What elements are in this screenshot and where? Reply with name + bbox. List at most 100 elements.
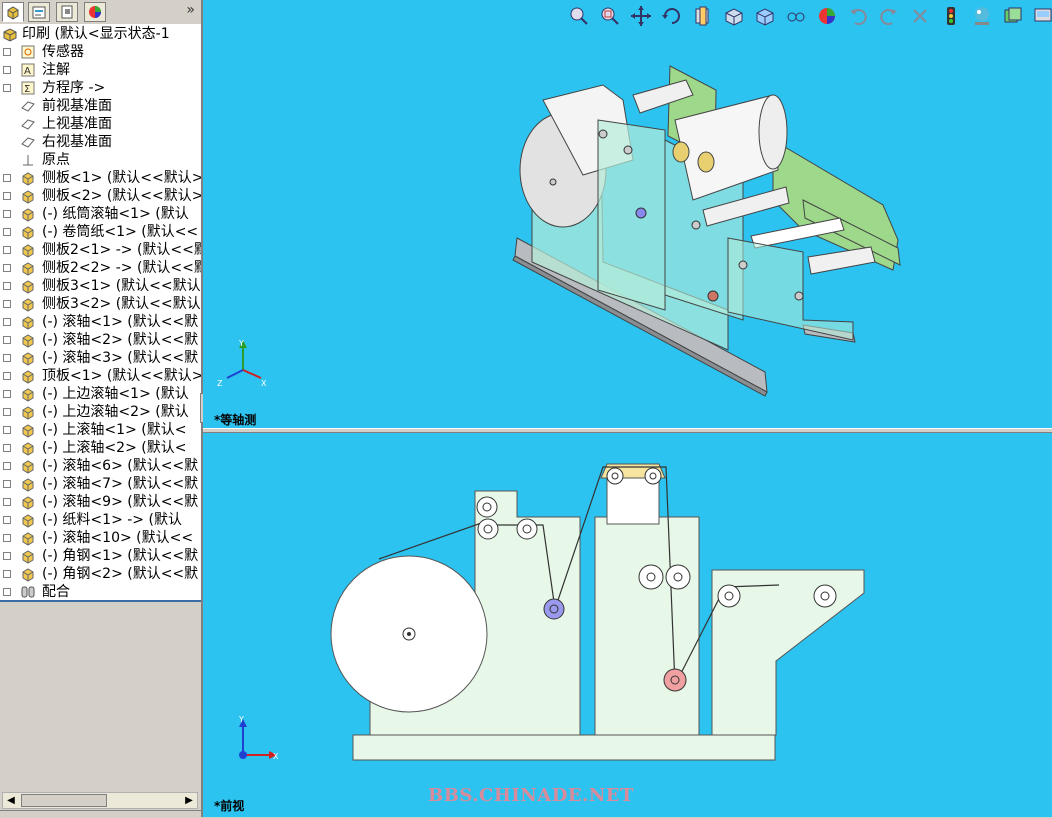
expand-toggle[interactable] xyxy=(3,498,11,506)
view-label-isometric: *等轴测 xyxy=(214,413,257,427)
tree-item-label: 印刷 (默认<显示状态-1 xyxy=(22,26,170,42)
expand-toggle[interactable] xyxy=(3,336,11,344)
tree-item[interactable]: (-) 纸筒滚轴<1> (默认 xyxy=(0,205,201,223)
front-view-model: Y X xyxy=(238,463,865,761)
expand-toggle[interactable] xyxy=(3,480,11,488)
tree-item-label: 传感器 xyxy=(42,44,84,60)
scroll-right-icon[interactable]: ▶ xyxy=(181,793,197,808)
tab-feature-manager[interactable] xyxy=(2,2,24,22)
tree-item[interactable]: (-) 滚轴<6> (默认<<默 xyxy=(0,457,201,475)
expand-toggle[interactable] xyxy=(3,570,11,578)
tree-item[interactable]: (-) 滚轴<1> (默认<<默 xyxy=(0,313,201,331)
expand-toggle[interactable] xyxy=(3,174,11,182)
expand-toggle[interactable] xyxy=(3,264,11,272)
more-tabs-button[interactable]: » xyxy=(186,2,195,18)
tree-item-label: (-) 上滚轴<1> (默认< xyxy=(42,422,187,438)
tab-display-manager[interactable] xyxy=(84,2,106,22)
tree-item[interactable]: 上视基准面 xyxy=(0,115,201,133)
tree-item[interactable]: (-) 滚轴<2> (默认<<默 xyxy=(0,331,201,349)
tree-root-item[interactable]: 印刷 (默认<显示状态-1 xyxy=(0,25,201,43)
svg-text:Y: Y xyxy=(238,715,244,724)
svg-text:X: X xyxy=(273,752,279,761)
expand-toggle[interactable] xyxy=(3,444,11,452)
tree-item[interactable]: (-) 上滚轴<1> (默认< xyxy=(0,421,201,439)
tree-item[interactable]: (-) 滚轴<10> (默认<< xyxy=(0,529,201,547)
scroll-left-icon[interactable]: ◀ xyxy=(3,793,19,808)
tree-item[interactable]: 右视基准面 xyxy=(0,133,201,151)
tree-item[interactable]: 侧板3<2> (默认<<默认 xyxy=(0,295,201,313)
tree-item-label: (-) 角钢<2> (默认<<默 xyxy=(42,566,199,582)
part-icon xyxy=(20,566,36,582)
part-icon xyxy=(20,440,36,456)
origin-icon xyxy=(20,152,36,168)
tree-item[interactable]: (-) 上滚轴<2> (默认< xyxy=(0,439,201,457)
expand-toggle[interactable] xyxy=(3,588,11,596)
tree-item[interactable]: (-) 纸料<1> -> (默认 xyxy=(0,511,201,529)
front-viewport[interactable]: Y X *前视 xyxy=(203,433,1052,817)
tree-item[interactable]: (-) 滚轴<7> (默认<<默 xyxy=(0,475,201,493)
tree-item[interactable]: 侧板3<1> (默认<<默认 xyxy=(0,277,201,295)
expand-toggle[interactable] xyxy=(3,246,11,254)
isometric-viewport[interactable]: Y X Z *等轴测 xyxy=(203,0,1052,428)
expand-toggle[interactable] xyxy=(3,210,11,218)
expand-toggle[interactable] xyxy=(3,390,11,398)
expand-toggle[interactable] xyxy=(3,534,11,542)
tree-item[interactable]: (-) 滚轴<3> (默认<<默 xyxy=(0,349,201,367)
part-icon xyxy=(20,224,36,240)
expand-toggle[interactable] xyxy=(3,282,11,290)
tree-item[interactable]: 前视基准面 xyxy=(0,97,201,115)
tree-item[interactable]: (-) 卷筒纸<1> (默认<< xyxy=(0,223,201,241)
expand-toggle[interactable] xyxy=(3,552,11,560)
tree-item[interactable]: 传感器 xyxy=(0,43,201,61)
expand-toggle[interactable] xyxy=(3,426,11,434)
roll-shaft-stud xyxy=(549,178,557,186)
tree-item[interactable]: 顶板<1> (默认<<默认> xyxy=(0,367,201,385)
tree-item[interactable]: (-) 上边滚轴<1> (默认 xyxy=(0,385,201,403)
tab-property-manager[interactable] xyxy=(28,2,50,22)
expand-toggle[interactable] xyxy=(3,192,11,200)
tree-item[interactable]: 配合 xyxy=(0,583,201,600)
expand-toggle[interactable] xyxy=(3,228,11,236)
expand-toggle[interactable] xyxy=(3,408,11,416)
tree-item[interactable]: (-) 上边滚轴<2> (默认 xyxy=(0,403,201,421)
expand-toggle[interactable] xyxy=(3,300,11,308)
horizontal-scrollbar[interactable]: ◀ ▶ xyxy=(2,792,198,809)
view-label-front: *前视 xyxy=(214,799,245,813)
feature-tree: 印刷 (默认<显示状态-1 传感器 A 注解 Σ 方程序 -> 前视基准面 上视基准面 右视基准… xyxy=(0,24,201,600)
part-icon xyxy=(20,476,36,492)
expand-toggle[interactable] xyxy=(3,516,11,524)
tree-item-label: (-) 纸料<1> -> (默认 xyxy=(42,512,182,528)
roller-stud xyxy=(738,260,748,270)
expand-toggle[interactable] xyxy=(3,66,11,74)
expand-toggle[interactable] xyxy=(3,318,11,326)
scrollbar-thumb[interactable] xyxy=(21,794,107,807)
expand-toggle[interactable] xyxy=(3,372,11,380)
expand-toggle[interactable] xyxy=(3,84,11,92)
tree-item[interactable]: (-) 滚轴<9> (默认<<默 xyxy=(0,493,201,511)
tree-item-label: (-) 滚轴<9> (默认<<默 xyxy=(42,494,199,510)
tree-item-label: (-) 滚轴<7> (默认<<默 xyxy=(42,476,199,492)
tab-configuration-manager[interactable] xyxy=(56,2,78,22)
tree-item[interactable]: 侧板2<1> -> (默认<<默 xyxy=(0,241,201,259)
tree-item[interactable]: A 注解 xyxy=(0,61,201,79)
tree-item[interactable]: 侧板<1> (默认<<默认> xyxy=(0,169,201,187)
plane-icon xyxy=(20,116,36,132)
tree-item[interactable]: 侧板2<2> -> (默认<<默 xyxy=(0,259,201,277)
tree-item-label: 方程序 -> xyxy=(42,80,106,96)
expand-toggle[interactable] xyxy=(3,354,11,362)
property-manager-icon xyxy=(32,6,46,19)
expand-toggle[interactable] xyxy=(3,462,11,470)
tree-item[interactable]: 原点 xyxy=(0,151,201,169)
svg-text:X: X xyxy=(261,379,267,388)
feature-manager-panel: » 印刷 (默认<显示状态-1 传感器 A 注解 Σ 方程序 -> 前视基准面 上视基准面 右视… xyxy=(0,0,201,818)
svg-text:Y: Y xyxy=(238,339,244,348)
part-assembly-icon xyxy=(2,26,18,42)
expand-toggle[interactable] xyxy=(3,48,11,56)
tree-item[interactable]: (-) 角钢<1> (默认<<默 xyxy=(0,547,201,565)
part-icon xyxy=(20,188,36,204)
tree-item[interactable]: (-) 角钢<2> (默认<<默 xyxy=(0,565,201,583)
tree-item[interactable]: Σ 方程序 -> xyxy=(0,79,201,97)
tree-item-label: 右视基准面 xyxy=(42,134,112,150)
tree-item[interactable]: 侧板<2> (默认<<默认> xyxy=(0,187,201,205)
tree-item-label: (-) 滚轴<3> (默认<<默 xyxy=(42,350,199,366)
